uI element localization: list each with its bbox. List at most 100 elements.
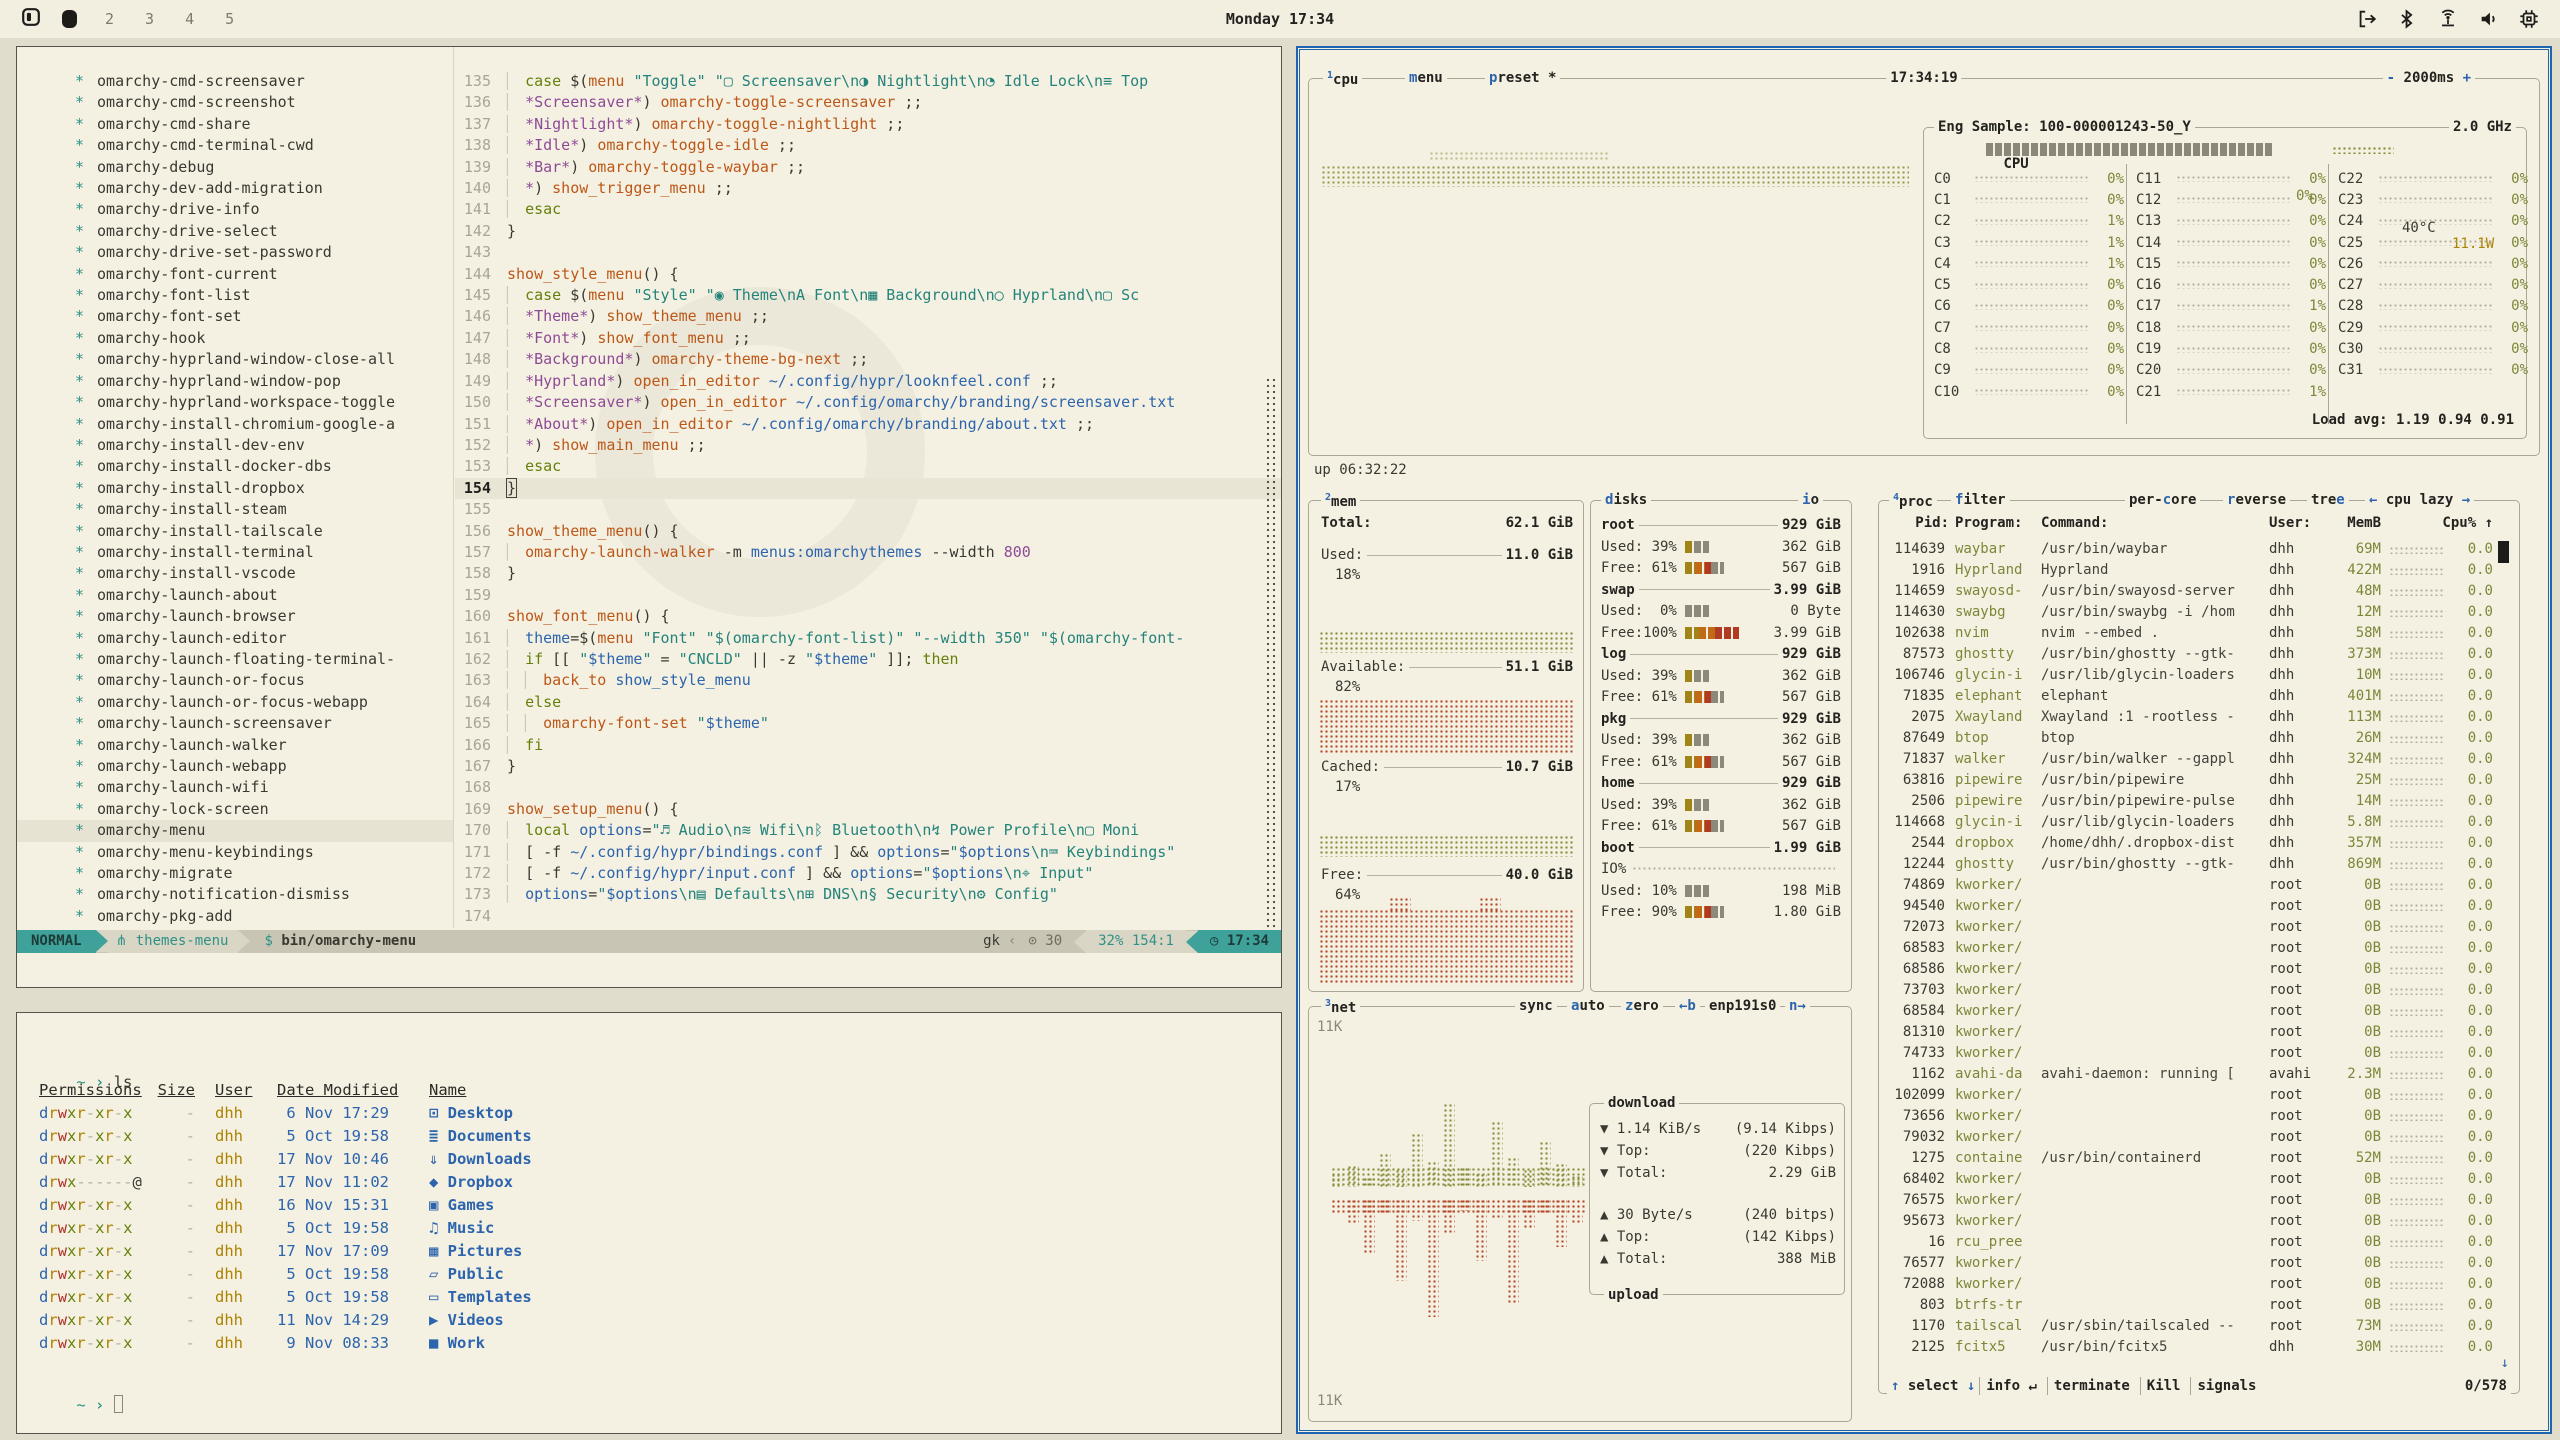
process-row[interactable]: 72073kworker/root0B0.0 [1879,917,2519,938]
interval-control[interactable]: - 2000ms + [2383,70,2475,86]
process-row[interactable]: 68584kworker/root0B0.0 [1879,1001,2519,1022]
file-list-item[interactable]: *omarchy-dev-add-migration [17,178,453,199]
process-row[interactable]: 68583kworker/root0B0.0 [1879,938,2519,959]
prompt-line-2[interactable]: ~ › [39,1377,123,1432]
net-next-iface[interactable]: n→ [1785,998,1810,1014]
proc-filter-button[interactable]: filter [1951,492,2010,508]
process-row[interactable]: 2544dropbox/home/dhh/.dropbox-distdhh357… [1879,833,2519,854]
file-list-item[interactable]: *omarchy-hyprland-workspace-toggle [17,392,453,413]
process-row[interactable]: 2506pipewire/usr/bin/pipewire-pulsedhh14… [1879,791,2519,812]
info-button[interactable]: info ↵ [1979,1377,2043,1395]
file-list-item[interactable]: *omarchy-migrate [17,863,453,884]
process-row[interactable]: 95673kworker/root0B0.0 [1879,1211,2519,1232]
proc-sort-nav[interactable]: ← cpu lazy → [2365,492,2474,508]
file-list-item[interactable]: *omarchy-install-chromium-google-a [17,414,453,435]
process-row[interactable]: 102638nvimnvim --embed .dhh58M0.0 [1879,623,2519,644]
io-toggle[interactable]: io [1798,492,1823,508]
file-list-item[interactable]: *omarchy-cmd-share [17,114,453,135]
file-list-item[interactable]: *omarchy-launch-about [17,585,453,606]
process-row[interactable]: 73703kworker/root0B0.0 [1879,980,2519,1001]
signals-button[interactable]: signals [2190,1377,2262,1395]
editor-scrollbar[interactable] [1265,377,1277,928]
process-row[interactable]: 16rcu_preeroot0B0.0 [1879,1232,2519,1253]
file-list-item[interactable]: *omarchy-drive-select [17,221,453,242]
disks-box-title[interactable]: disks [1601,492,1651,508]
process-row[interactable]: 74733kworker/root0B0.0 [1879,1043,2519,1064]
process-row[interactable]: 68586kworker/root0B0.0 [1879,959,2519,980]
net-prev-iface[interactable]: ←b [1675,998,1700,1014]
file-list-item[interactable]: *omarchy-menu [17,820,453,841]
terminate-button[interactable]: terminate [2047,1377,2136,1395]
file-list-item[interactable]: *omarchy-install-docker-dbs [17,456,453,477]
file-list-item[interactable]: *omarchy-drive-info [17,199,453,220]
code-pane[interactable]: 135▏ case $(menu "Toggle" "▢ Screensaver… [455,47,1281,928]
process-row[interactable]: 79032kworker/root0B0.0 [1879,1127,2519,1148]
process-row[interactable]: 1916HyprlandHyprlanddhh422M0.0 [1879,560,2519,581]
process-row[interactable]: 76577kworker/root0B0.0 [1879,1253,2519,1274]
process-row[interactable]: 2075XwaylandXwayland :1 -rootless -dhh11… [1879,707,2519,728]
process-row[interactable]: 71835elephantelephantdhh401M0.0 [1879,686,2519,707]
file-list-item[interactable]: *omarchy-menu-keybindings [17,842,453,863]
process-row[interactable]: 12244ghostty/usr/bin/ghostty --gtk-dhh86… [1879,854,2519,875]
file-list-item[interactable]: *omarchy-launch-wifi [17,777,453,798]
process-row[interactable]: 1275containe/usr/bin/containerdroot52M0.… [1879,1148,2519,1169]
process-row[interactable]: 114630swaybg/usr/bin/swaybg -i /homdhh12… [1879,602,2519,623]
file-list-item[interactable]: *omarchy-font-list [17,285,453,306]
file-list-item[interactable]: *omarchy-launch-or-focus [17,670,453,691]
process-row[interactable]: 114639waybar/usr/bin/waybardhh69M0.0 [1879,539,2519,560]
process-row[interactable]: 114668glycin-i/usr/lib/glycin-loadersdhh… [1879,812,2519,833]
process-row[interactable]: 803btrfs-trroot0B0.0 [1879,1295,2519,1316]
process-row[interactable]: 114659swayosd-/usr/bin/swayosd-serverdhh… [1879,581,2519,602]
process-row[interactable]: 1170tailscal/usr/sbin/tailscaled --root7… [1879,1316,2519,1337]
file-list-item[interactable]: *omarchy-launch-webapp [17,756,453,777]
process-row[interactable]: 2125fcitx5/usr/bin/fcitx5dhh30M0.0 [1879,1337,2519,1358]
file-list-item[interactable]: *omarchy-notification-dismiss [17,884,453,905]
file-list-item[interactable]: *omarchy-pkg-add [17,906,453,927]
process-row[interactable]: 1162avahi-daavahi-daemon: running [avahi… [1879,1064,2519,1085]
process-row[interactable]: 87573ghostty/usr/bin/ghostty --gtk-dhh37… [1879,644,2519,665]
file-list-item[interactable]: *omarchy-font-set [17,306,453,327]
file-list-item[interactable]: *omarchy-install-tailscale [17,521,453,542]
scroll-down-arrow[interactable]: ↓ [2501,1355,2509,1371]
file-list-item[interactable]: *omarchy-install-dropbox [17,478,453,499]
file-list-item[interactable]: *omarchy-install-terminal [17,542,453,563]
process-row[interactable]: 106746glycin-i/usr/lib/glycin-loadersdhh… [1879,665,2519,686]
file-list-item[interactable]: *omarchy-install-steam [17,499,453,520]
file-list-item[interactable]: *omarchy-lock-screen [17,799,453,820]
file-list-item[interactable]: *omarchy-cmd-screensaver [17,71,453,92]
file-list-item[interactable]: *omarchy-launch-editor [17,628,453,649]
menu-button[interactable]: menu [1405,70,1447,86]
proc-scrollbar-thumb[interactable] [2498,541,2509,563]
proc-reverse-toggle[interactable]: reverse [2223,492,2290,508]
file-list-item[interactable]: *omarchy-launch-screensaver [17,713,453,734]
terminal-window[interactable]: ~ › ls PermissionsSizeUserDate ModifiedN… [16,1012,1282,1434]
file-list-item[interactable]: *omarchy-debug [17,157,453,178]
proc-tree-toggle[interactable]: tree [2307,492,2349,508]
process-row[interactable]: 72088kworker/root0B0.0 [1879,1274,2519,1295]
process-row[interactable]: 94540kworker/root0B0.0 [1879,896,2519,917]
process-row[interactable]: 63816pipewire/usr/bin/pipewiredhh25M0.0 [1879,770,2519,791]
preset-button[interactable]: preset * [1485,70,1560,86]
file-list-item[interactable]: *omarchy-drive-set-password [17,242,453,263]
file-list-item[interactable]: *omarchy-hook [17,328,453,349]
net-zero-toggle[interactable]: zero [1621,998,1663,1014]
net-auto-toggle[interactable]: auto [1567,998,1609,1014]
file-list-item[interactable]: *omarchy-font-current [17,264,453,285]
process-row[interactable]: 102099kworker/root0B0.0 [1879,1085,2519,1106]
file-list-item[interactable]: *omarchy-launch-walker [17,735,453,756]
file-list-item[interactable]: *omarchy-install-dev-env [17,435,453,456]
kill-button[interactable]: Kill [2140,1377,2187,1395]
file-list-item[interactable]: *omarchy-cmd-screenshot [17,92,453,113]
file-list-item[interactable]: *omarchy-launch-floating-terminal- [17,649,453,670]
process-row[interactable]: 76575kworker/root0B0.0 [1879,1190,2519,1211]
process-row[interactable]: 73656kworker/root0B0.0 [1879,1106,2519,1127]
file-list-item[interactable]: *omarchy-cmd-terminal-cwd [17,135,453,156]
proc-per-core-toggle[interactable]: per-core [2125,492,2200,508]
file-list-item[interactable]: *omarchy-install-vscode [17,563,453,584]
file-list-item[interactable]: *omarchy-hyprland-window-close-all [17,349,453,370]
net-sync-toggle[interactable]: sync [1515,998,1557,1014]
file-list-item[interactable]: *omarchy-launch-or-focus-webapp [17,692,453,713]
process-row[interactable]: 87649btopbtopdhh26M0.0 [1879,728,2519,749]
process-row[interactable]: 81310kworker/root0B0.0 [1879,1022,2519,1043]
process-row[interactable]: 74869kworker/root0B0.0 [1879,875,2519,896]
